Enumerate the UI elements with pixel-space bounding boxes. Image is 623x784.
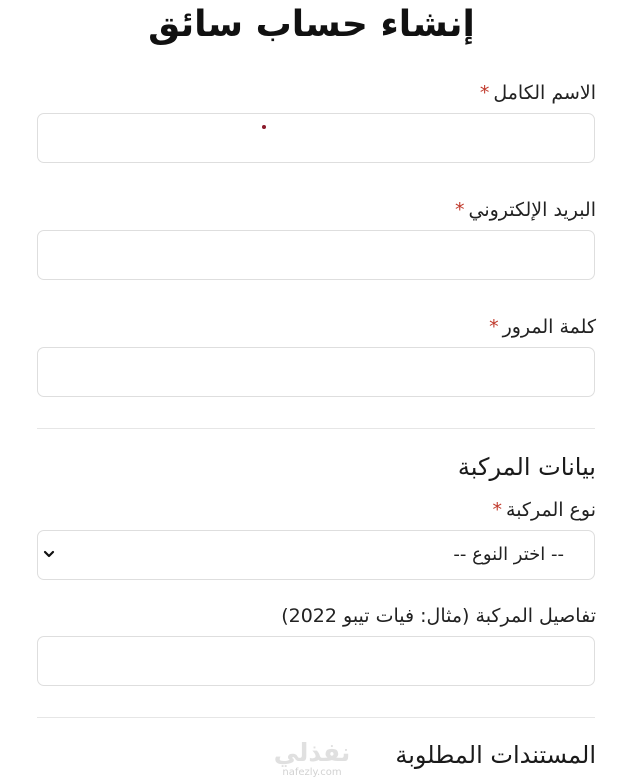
vehicle-section-title: بيانات المركبة (457, 453, 596, 481)
chevron-down-icon (43, 550, 55, 558)
vehicle-details-input[interactable] (37, 636, 595, 686)
full-name-label-text: الاسم الكامل (493, 82, 596, 104)
email-label-text: البريد الإلكتروني (468, 199, 597, 221)
cursor-dot (262, 125, 266, 129)
documents-section-title: المستندات المطلوبة (395, 741, 596, 769)
section-divider (37, 717, 595, 718)
watermark-latin: nafezly.com (282, 767, 342, 778)
vehicle-details-label: تفاصيل المركبة (مثال: فيات تيبو 2022) (281, 605, 596, 627)
required-marker: * (479, 82, 490, 104)
vehicle-type-label: نوع المركبة* (493, 499, 596, 521)
vehicle-type-select[interactable]: -- اختر النوع -- (37, 530, 595, 580)
vehicle-type-label-text: نوع المركبة (506, 499, 596, 521)
email-input[interactable] (37, 230, 595, 280)
full-name-label: الاسم الكامل* (480, 82, 596, 104)
watermark-arabic: نفذلي (273, 738, 351, 767)
section-divider (37, 428, 595, 429)
watermark-logo: نفذلي nafezly.com (270, 739, 354, 783)
password-label-text: كلمة المرور (502, 316, 596, 338)
password-input[interactable] (37, 347, 595, 397)
email-label: البريد الإلكتروني* (455, 199, 596, 221)
required-marker: * (455, 199, 465, 221)
page-title: إنشاء حساب سائق (148, 4, 475, 45)
required-marker: * (489, 316, 499, 338)
vehicle-type-selected-value: -- اختر النوع -- (453, 544, 564, 565)
driver-signup-page: إنشاء حساب سائق الاسم الكامل* البريد الإ… (0, 0, 623, 784)
password-label: كلمة المرور* (489, 316, 596, 338)
required-marker: * (492, 499, 503, 521)
full-name-input[interactable] (37, 113, 595, 163)
